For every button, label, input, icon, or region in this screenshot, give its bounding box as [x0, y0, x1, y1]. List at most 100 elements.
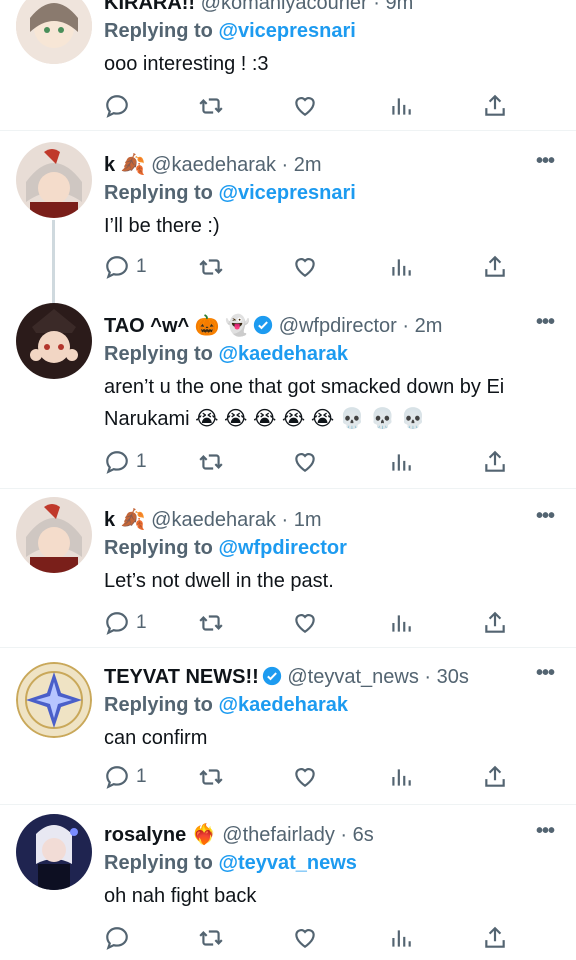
reply-icon [106, 451, 128, 474]
replying-to-handle[interactable]: @vicepresnari [218, 20, 355, 42]
action-bar: 1 [104, 447, 524, 477]
tweet[interactable]: TEYVAT NEWS!! @teyvat_news · 30s ••• Rep… [0, 662, 576, 802]
views-icon [392, 615, 411, 632]
tweet-header: k 🍂 @kaedeharak · 1m [104, 505, 526, 535]
reply-button[interactable]: 1 [104, 252, 147, 282]
tweet[interactable]: rosalyne ❤️‍🔥 @thefairlady · 6s ••• Repl… [0, 814, 576, 960]
handle[interactable]: @kaedeharak · 1m [151, 509, 321, 531]
replying-to-handle[interactable]: @teyvat_news [218, 852, 356, 874]
action-bar: 1 [104, 608, 524, 638]
reply-button[interactable]: 1 [104, 762, 147, 792]
replying-label: Replying to [104, 694, 213, 716]
action-bar [104, 91, 524, 121]
handle[interactable]: @thefairlady · 6s [222, 824, 373, 846]
retweet-icon [199, 615, 223, 631]
like-button[interactable] [292, 608, 318, 638]
handle[interactable]: @wfpdirector · 2m [279, 315, 443, 337]
like-button[interactable] [292, 252, 318, 282]
reply-button[interactable]: 1 [104, 447, 147, 477]
more-icon[interactable]: ••• [536, 820, 555, 842]
tweet[interactable]: TAO ^w^ 🎃 👻 @wfpdirector · 2m ••• Replyi… [0, 303, 576, 486]
reply-button[interactable] [104, 91, 136, 121]
avatar[interactable] [16, 303, 92, 379]
avatar[interactable] [16, 0, 92, 64]
replying-to-handle[interactable]: @kaedeharak [218, 343, 348, 365]
display-name[interactable]: TAO ^w^ 🎃 👻 [104, 315, 250, 337]
tweet-header: rosalyne ❤️‍🔥 @thefairlady · 6s [104, 820, 526, 850]
like-button[interactable] [292, 762, 318, 792]
retweet-icon [199, 454, 223, 470]
display-name[interactable]: TEYVAT NEWS!! [104, 666, 259, 688]
replying-to: Replying to @kaedeharak [104, 690, 348, 720]
more-icon[interactable]: ••• [536, 505, 555, 527]
handle[interactable]: @kaedeharak · 2m [151, 154, 321, 176]
views-button[interactable] [388, 608, 414, 638]
more-icon[interactable]: ••• [536, 662, 555, 684]
share-button[interactable] [482, 447, 508, 477]
replying-to: Replying to @vicepresnari [104, 178, 356, 208]
avatar-image [16, 497, 92, 573]
like-button[interactable] [292, 91, 318, 121]
display-name[interactable]: k 🍂 [104, 154, 146, 176]
avatar[interactable] [16, 814, 92, 890]
share-button[interactable] [482, 91, 508, 121]
divider [0, 488, 576, 489]
replying-to-handle[interactable]: @vicepresnari [218, 182, 355, 204]
tweet-header: TAO ^w^ 🎃 👻 @wfpdirector · 2m [104, 311, 526, 341]
tweet[interactable]: k 🍂 @kaedeharak · 2m ••• Replying to @vi… [0, 142, 576, 308]
like-icon [295, 97, 315, 116]
tweet-text: I’ll be there :) [104, 215, 220, 237]
views-icon [392, 930, 411, 947]
more-icon[interactable]: ••• [536, 311, 555, 333]
display-name[interactable]: rosalyne ❤️‍🔥 [104, 824, 217, 846]
views-button[interactable] [388, 447, 414, 477]
divider [0, 130, 576, 131]
views-button[interactable] [388, 252, 414, 282]
reply-button[interactable] [104, 923, 136, 953]
tweet-text: aren’t u the one that got smacked down b… [104, 376, 505, 430]
replying-to-handle[interactable]: @kaedeharak [218, 694, 348, 716]
share-icon [485, 255, 505, 277]
replying-to: Replying to @teyvat_news [104, 848, 357, 878]
retweet-button[interactable] [198, 762, 224, 792]
tweet[interactable]: KIRARA!! @komaniyacourier · 9m ••• Reply… [0, 0, 576, 131]
replying-to: Replying to @kaedeharak [104, 339, 348, 369]
retweet-button[interactable] [198, 447, 224, 477]
share-button[interactable] [482, 252, 508, 282]
share-button[interactable] [482, 762, 508, 792]
share-icon [485, 94, 505, 116]
handle[interactable]: @teyvat_news · 30s [287, 666, 469, 688]
display-name[interactable]: k 🍂 [104, 509, 146, 531]
retweet-button[interactable] [198, 91, 224, 121]
share-button[interactable] [482, 923, 508, 953]
retweet-button[interactable] [198, 608, 224, 638]
avatar[interactable] [16, 497, 92, 573]
views-button[interactable] [388, 923, 414, 953]
replying-to-handle[interactable]: @wfpdirector [218, 537, 346, 559]
avatar[interactable] [16, 662, 92, 738]
thread-line [52, 220, 55, 308]
reply-count: 1 [136, 612, 147, 633]
views-icon [392, 98, 411, 115]
tweet[interactable]: k 🍂 @kaedeharak · 1m ••• Replying to @wf… [0, 497, 576, 645]
views-icon [392, 454, 411, 471]
share-button[interactable] [482, 608, 508, 638]
reply-icon [106, 766, 128, 789]
views-button[interactable] [388, 91, 414, 121]
display-name[interactable]: KIRARA!! [104, 0, 195, 14]
like-icon [295, 929, 315, 948]
like-button[interactable] [292, 447, 318, 477]
avatar[interactable] [16, 142, 92, 218]
reply-button[interactable]: 1 [104, 608, 147, 638]
like-icon [295, 453, 315, 472]
avatar-image [16, 662, 92, 738]
retweet-button[interactable] [198, 252, 224, 282]
more-icon[interactable]: ••• [536, 0, 555, 4]
like-button[interactable] [292, 923, 318, 953]
views-button[interactable] [388, 762, 414, 792]
handle[interactable]: @komaniyacourier · 9m [201, 0, 414, 14]
share-icon [485, 765, 505, 787]
more-icon[interactable]: ••• [536, 150, 555, 172]
retweet-button[interactable] [198, 923, 224, 953]
replying-label: Replying to [104, 852, 213, 874]
